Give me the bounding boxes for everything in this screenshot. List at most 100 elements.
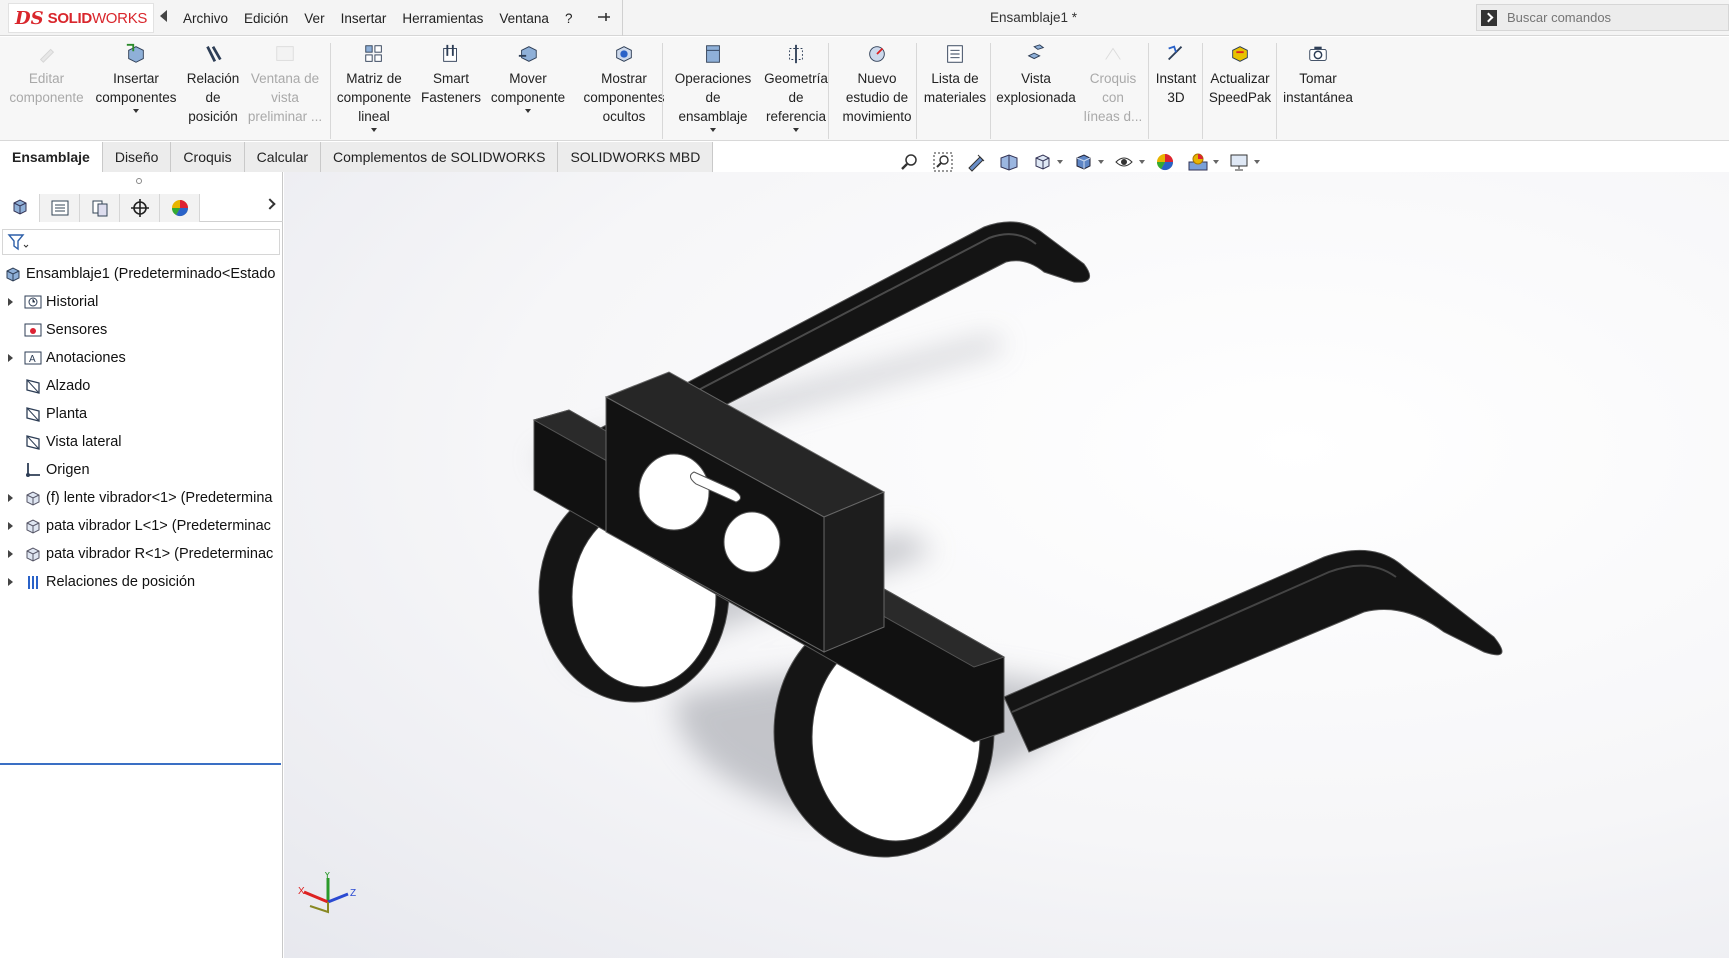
ribbon-button-4[interactable]: Ventana de vista preliminar ... <box>244 43 326 139</box>
insert-components-icon <box>124 43 148 65</box>
tree-node[interactable]: Relaciones de posición <box>0 568 283 596</box>
rollback-bar[interactable] <box>0 763 281 765</box>
tree-node-label: Ensamblaje1 (Predeterminado<Estado <box>26 266 276 282</box>
menu-separator <box>622 0 623 36</box>
solidworks-logo[interactable]: DS SOLIDWORKS <box>8 3 154 33</box>
menu-herramientas[interactable]: Herramientas <box>394 11 491 26</box>
tree-node-label: pata vibrador L<1> (Predeterminac <box>46 518 271 534</box>
menu-ventana[interactable]: Ventana <box>491 11 557 26</box>
tree-node[interactable]: A Anotaciones <box>0 344 283 372</box>
command-search-icon[interactable] <box>1481 9 1497 26</box>
tab-complementos[interactable]: Complementos de SOLIDWORKS <box>321 142 559 172</box>
property-manager-tab-icon[interactable] <box>40 194 80 222</box>
dropdown-arrow-icon[interactable] <box>793 128 799 132</box>
filter-icon[interactable] <box>7 233 29 251</box>
section-view-icon[interactable] <box>997 151 1021 173</box>
expand-arrow-icon[interactable] <box>8 298 13 306</box>
triad-z-label: Z <box>350 888 356 899</box>
speedpak-icon <box>1228 43 1252 65</box>
glasses-model-3d[interactable] <box>284 172 1729 958</box>
tree-node[interactable]: Planta <box>0 400 283 428</box>
view-orientation-icon[interactable] <box>1030 151 1054 173</box>
menu-ayuda[interactable]: ? <box>557 11 581 26</box>
temple-arm-right <box>1003 549 1503 753</box>
triad-y-label: Y <box>324 872 331 881</box>
tree-filter[interactable] <box>2 229 280 255</box>
expand-arrow-icon[interactable] <box>8 578 13 586</box>
tree-node[interactable]: Vista lateral <box>0 428 283 456</box>
ribbon-button-5[interactable]: Matriz de componente lineal <box>328 43 420 139</box>
ribbon-separator <box>828 43 829 139</box>
tab-ensamblaje[interactable]: Ensamblaje <box>0 142 103 172</box>
menu-ver[interactable]: Ver <box>296 11 332 26</box>
ribbon-button-7[interactable]: Mover componente <box>486 43 570 139</box>
ribbon-button-15[interactable]: Instant 3D <box>1150 43 1202 139</box>
zoom-to-fit-icon[interactable] <box>898 151 922 173</box>
expand-arrow-icon[interactable] <box>8 354 13 362</box>
previous-view-icon[interactable] <box>964 151 988 173</box>
tree-node[interactable]: Alzado <box>0 372 283 400</box>
graphics-area[interactable]: Y Z X <box>284 172 1729 958</box>
menu-collapse-arrow-icon[interactable] <box>160 10 167 22</box>
dimxpert-tab-icon[interactable] <box>120 194 160 222</box>
dropdown-arrow-icon[interactable] <box>133 109 139 113</box>
tree-node[interactable]: Sensores <box>0 316 283 344</box>
menu-insertar[interactable]: Insertar <box>333 11 395 26</box>
hide-show-items-icon[interactable] <box>1112 151 1136 173</box>
edit-appearance-icon[interactable] <box>1153 151 1177 173</box>
display-manager-tab-icon[interactable] <box>160 194 200 222</box>
ribbon-button-14[interactable]: Croquis con líneas d... <box>1082 43 1144 139</box>
preview-window-icon <box>273 43 297 65</box>
tab-croquis[interactable]: Croquis <box>171 142 245 172</box>
expand-arrow-icon[interactable] <box>8 550 13 558</box>
ribbon-button-label: Nuevo estudio de movimiento <box>842 71 912 124</box>
ribbon-button-label: Geometría de referencia <box>764 71 828 124</box>
view-orientation-dropdown-icon[interactable] <box>1057 160 1063 164</box>
dropdown-arrow-icon[interactable] <box>525 109 531 113</box>
display-style-dropdown-icon[interactable] <box>1098 160 1104 164</box>
ribbon-button-10[interactable]: Geometría de referencia <box>756 43 836 139</box>
tree-node-label: Vista lateral <box>46 434 122 450</box>
tab-diseno[interactable]: Diseño <box>102 142 172 172</box>
panel-grip-handle[interactable] <box>136 178 142 184</box>
menu-archivo[interactable]: Archivo <box>175 11 236 26</box>
expand-arrow-icon[interactable] <box>8 494 13 502</box>
menu-edicion[interactable]: Edición <box>236 11 296 26</box>
ribbon-button-12[interactable]: Lista de materiales <box>922 43 988 139</box>
tree-node[interactable]: Historial <box>0 288 283 316</box>
tree-node[interactable]: Ensamblaje1 (Predeterminado<Estado <box>0 260 283 288</box>
expand-arrow-icon[interactable] <box>8 522 13 530</box>
ribbon-button-3[interactable]: Relación de posición <box>183 43 243 139</box>
ribbon-button-6[interactable]: Smart Fasteners <box>418 43 484 139</box>
view-settings-dropdown-icon[interactable] <box>1254 160 1260 164</box>
view-settings-icon[interactable] <box>1227 151 1251 173</box>
ribbon-button-11[interactable]: Nuevo estudio de movimiento <box>836 43 918 139</box>
configuration-manager-tab-icon[interactable] <box>80 194 120 222</box>
feature-manager-tab-icon[interactable] <box>0 194 40 222</box>
tree-node-label: Anotaciones <box>46 350 126 366</box>
apply-scene-dropdown-icon[interactable] <box>1213 160 1219 164</box>
apply-scene-icon[interactable] <box>1186 151 1210 173</box>
tree-node[interactable]: (f) lente vibrador<1> (Predetermina <box>0 484 283 512</box>
ribbon-separator <box>990 43 991 139</box>
ribbon-button-17[interactable]: Tomar instantánea <box>1278 43 1358 139</box>
ribbon-button-2[interactable]: Insertar componentes <box>90 43 182 139</box>
pin-icon[interactable] <box>596 9 612 25</box>
tree-node[interactable]: pata vibrador R<1> (Predeterminac <box>0 540 283 568</box>
ribbon-button-16[interactable]: Actualizar SpeedPak <box>1206 43 1274 139</box>
ribbon-button-13[interactable]: Vista explosionada <box>994 43 1078 139</box>
dropdown-arrow-icon[interactable] <box>710 128 716 132</box>
hide-show-dropdown-icon[interactable] <box>1139 160 1145 164</box>
dropdown-arrow-icon[interactable] <box>371 128 377 132</box>
ribbon-button-1[interactable]: Editar componente <box>4 43 89 139</box>
tree-node[interactable]: pata vibrador L<1> (Predeterminac <box>0 512 283 540</box>
tab-calcular[interactable]: Calcular <box>244 142 322 172</box>
assembly-features-icon <box>701 43 725 65</box>
tab-mbd[interactable]: SOLIDWORKS MBD <box>558 142 714 172</box>
ribbon-button-9[interactable]: Operaciones de ensamblaje <box>670 43 756 139</box>
tree-node[interactable]: Origen <box>0 456 283 484</box>
search-input[interactable] <box>1507 10 1717 25</box>
ribbon-button-8[interactable]: Mostrar componentes ocultos <box>578 43 670 139</box>
display-style-icon[interactable] <box>1071 151 1095 173</box>
zoom-to-area-icon[interactable] <box>931 151 955 173</box>
